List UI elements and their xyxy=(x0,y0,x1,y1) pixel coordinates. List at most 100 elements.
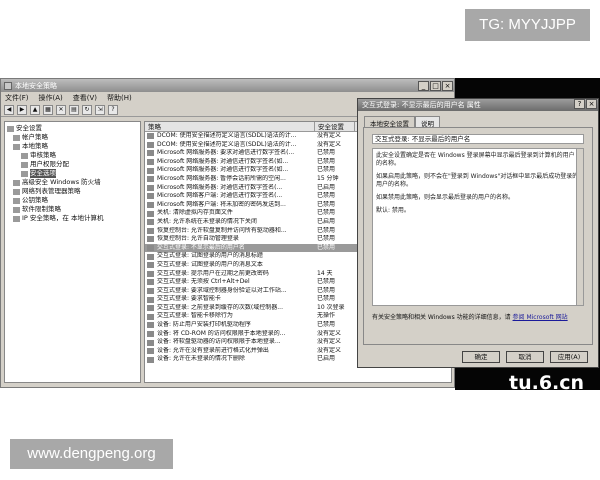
policy-icon xyxy=(147,348,154,355)
tree-item-ip-security[interactable]: IP 安全策略，在 本地计算机 xyxy=(7,214,138,223)
tree-item-firewall[interactable]: 高级安全 Windows 防火墙 xyxy=(7,178,138,187)
app-icon xyxy=(4,81,12,90)
tree-item-audit-policy[interactable]: 审核策略 xyxy=(7,151,138,160)
policy-name-text: 关机: 清除虚拟内存页面文件 xyxy=(157,209,233,217)
setting-cell: 已禁用 xyxy=(317,226,336,234)
tree-item-user-rights[interactable]: 用户权限分配 xyxy=(7,160,138,169)
policy-icon xyxy=(147,159,154,166)
policy-cell: Microsoft 网络客户端: 将未加密的密码发送到... xyxy=(145,201,315,210)
folder-icon xyxy=(21,170,28,177)
apply-button[interactable]: 应用(A) xyxy=(550,351,588,363)
tree-item-security-settings[interactable]: 安全设置 xyxy=(7,124,138,133)
dialog-help-button[interactable]: ? xyxy=(574,99,585,109)
dialog-close-button[interactable]: × xyxy=(586,99,597,109)
tree-item-network-list[interactable]: 网络列表管理器策略 xyxy=(7,187,138,196)
menu-action[interactable]: 操作(A) xyxy=(39,93,63,103)
tree-item-security-options[interactable]: 安全选项 xyxy=(7,169,138,178)
folder-icon xyxy=(21,152,28,159)
policy-name-text: 交互式登录: 试图登录的用户的消息标题 xyxy=(157,252,263,260)
policy-cell: 交互式登录: 不显示最后的用户名 xyxy=(145,244,315,253)
setting-cell: 已启用 xyxy=(317,355,336,363)
folder-icon xyxy=(13,134,20,141)
policy-name-text: 交互式登录: 智能卡移除行为 xyxy=(157,312,233,320)
policy-cell: DCOM: 使用安全描述符定义语言(SDDL)语法的计... xyxy=(145,141,315,150)
setting-cell: 已禁用 xyxy=(317,166,336,174)
policy-name-text: 交互式登录: 要求域控制器身份验证以对工作站... xyxy=(157,286,287,294)
minimize-button[interactable]: _ xyxy=(418,80,429,91)
explanation-scrollbar[interactable] xyxy=(576,149,583,305)
column-setting[interactable]: 安全设置 xyxy=(315,122,355,131)
policy-cell: 交互式登录: 要求域控制器身份验证以对工作站... xyxy=(145,287,315,296)
setting-cell: 没有定义 xyxy=(317,346,342,354)
policy-icon xyxy=(147,305,154,312)
tree-item-software-restriction[interactable]: 软件限制策略 xyxy=(7,205,138,214)
folder-icon xyxy=(13,188,20,195)
policy-name-text: Microsoft 网络客户端: 将未加密的密码发送到... xyxy=(157,200,286,208)
policy-icon xyxy=(147,253,154,260)
forward-icon[interactable]: ▶ xyxy=(17,104,27,115)
setting-cell: 已启用 xyxy=(317,217,336,225)
window-title: 本地安全策略 xyxy=(15,81,57,90)
cancel-button[interactable]: 取消 xyxy=(506,351,544,363)
menu-help[interactable]: 帮助(H) xyxy=(107,93,132,103)
setting-cell: 已禁用 xyxy=(317,321,336,329)
policy-cell: Microsoft 网络服务器: 要求对通信进行数字签名(... xyxy=(145,149,315,158)
tab-body: 交互式登录: 不显示最后的用户名 此安全设置确定是否在 Windows 登录屏幕… xyxy=(363,127,593,345)
setting-cell xyxy=(315,252,355,261)
policy-icon xyxy=(147,202,154,209)
setting-cell: 已禁用 xyxy=(317,243,336,251)
maximize-button[interactable]: □ xyxy=(430,80,441,91)
setting-cell: 已禁用 xyxy=(317,149,336,157)
policy-name-text: DCOM: 使用安全描述符定义语言(SDDL)语法的计... xyxy=(157,132,297,139)
microsoft-website-link[interactable]: 参阅 Microsoft 网站 xyxy=(513,314,568,321)
policy-cell: 交互式登录: 无须按 Ctrl+Alt+Del xyxy=(145,278,315,287)
policy-name-text: Microsoft 网络服务器: 对通信进行数字签名(如... xyxy=(157,157,289,165)
tree-item-local-policies[interactable]: 本地策略 xyxy=(7,142,138,151)
tree-item-public-key[interactable]: 公钥策略 xyxy=(7,196,138,205)
policy-icon xyxy=(147,330,154,337)
menu-view[interactable]: 查看(V) xyxy=(73,93,97,103)
policy-icon xyxy=(147,356,154,363)
help-icon[interactable]: ? xyxy=(108,104,118,115)
menu-file[interactable]: 文件(F) xyxy=(5,93,29,103)
policy-icon xyxy=(147,150,154,157)
policy-name-text: 设备: 将软盘驱动器的访问权限限于本地登录... xyxy=(157,338,281,346)
explanation-paragraph: 如果禁用此策略，则会显示最后登录的用户的名称。 xyxy=(376,194,515,201)
dialog-buttons: 确定 取消 应用(A) xyxy=(462,351,588,363)
up-icon[interactable]: ▲ xyxy=(30,104,40,115)
policy-name-text: 交互式登录: 之前登录到缓存的次数(域控制器... xyxy=(157,303,283,311)
setting-cell: 已禁用 xyxy=(317,286,336,294)
setting-cell: 已禁用 xyxy=(317,278,336,286)
ok-button[interactable]: 确定 xyxy=(462,351,500,363)
export-icon[interactable]: ⇲ xyxy=(95,104,105,115)
watermark-top: TG: MYYJJPP xyxy=(465,9,590,41)
column-policy[interactable]: 策略 xyxy=(145,122,315,131)
folder-icon xyxy=(13,197,20,204)
policy-cell: 恢复控制台: 允许软盘复制并访问所有驱动器和... xyxy=(145,227,315,236)
properties-icon[interactable]: ▤ xyxy=(69,104,79,115)
policy-name-text: 设备: 将 CD-ROM 的访问权限限于本地登录的... xyxy=(157,329,286,337)
refresh-icon[interactable]: ↻ xyxy=(82,104,92,115)
policy-name-text: 关机: 允许系统在未登录的情况下关闭 xyxy=(157,217,257,225)
policy-icon xyxy=(147,262,154,269)
close-button[interactable]: × xyxy=(442,80,453,91)
tree-item-account-policies[interactable]: 帐户策略 xyxy=(7,133,138,142)
policy-icon xyxy=(147,184,154,191)
delete-icon[interactable]: ✕ xyxy=(56,104,66,115)
folder-icon xyxy=(7,125,14,132)
dialog-titlebar: 交互式登录: 不显示最后的用户名 属性 ? × xyxy=(358,99,598,111)
policy-name-text: 设备: 允许在未登录的情况下删除 xyxy=(157,355,245,363)
policy-name-text: 交互式登录: 不显示最后的用户名 xyxy=(157,243,245,251)
policy-cell: Microsoft 网络客户端: 对通信进行数字签名(... xyxy=(145,192,315,201)
policy-name-text: Microsoft 网络服务器: 要求对通信进行数字签名(... xyxy=(157,149,295,157)
explanation-paragraph: 此安全设置确定是否在 Windows 登录屏幕中显示最后登录到计算机的用户的名称… xyxy=(376,152,575,167)
policy-cell: 交互式登录: 之前登录到缓存的次数(域控制器... xyxy=(145,304,315,313)
policy-name-text: Microsoft 网络服务器: 暂停会话前所需的空闲... xyxy=(157,174,286,182)
setting-cell: 已启用 xyxy=(317,183,336,191)
back-icon[interactable]: ◀ xyxy=(4,104,14,115)
policy-name-text: 设备: 允许在没有登录前进行格式化并弹出 xyxy=(157,346,269,354)
setting-cell: 无操作 xyxy=(317,312,336,320)
folder-icon xyxy=(21,161,28,168)
show-hide-icon[interactable]: ▦ xyxy=(43,104,53,115)
policy-icon xyxy=(147,287,154,294)
